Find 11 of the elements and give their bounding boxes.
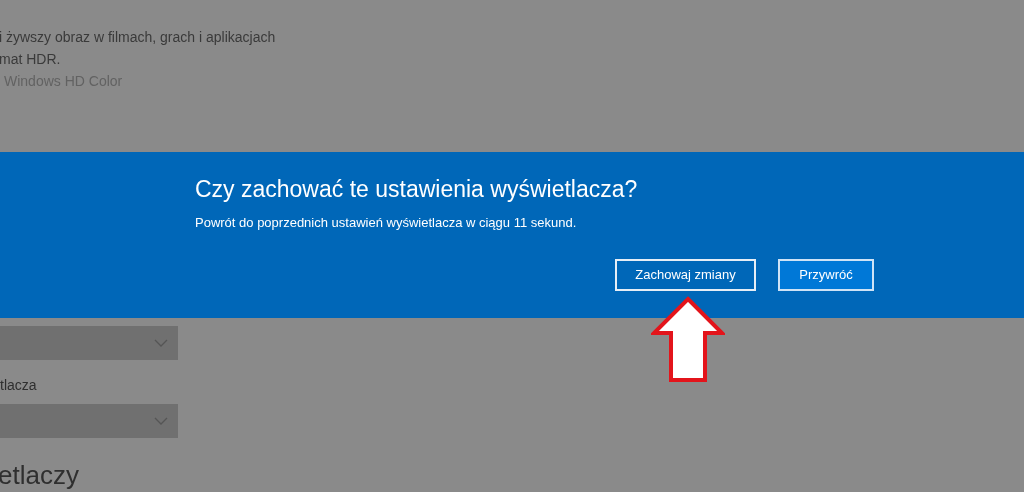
description-text: mat HDR. [0,50,61,69]
dialog-title: Czy zachować te ustawienia wyświetlacza? [195,175,638,204]
dropdown[interactable] [0,326,178,360]
chevron-down-icon [154,417,168,425]
description-text: i żywszy obraz w filmach, grach i aplikacjach [0,28,276,47]
dropdown-label: tlacza [0,376,37,395]
revert-button[interactable]: Przywróć [778,259,874,291]
chevron-down-icon [154,339,168,347]
keep-button[interactable]: Zachowaj zmiany [615,259,756,291]
dialog-message: Powrót do poprzednich ustawień wyświetlacza w ciągu 11 sekund. [195,214,577,232]
dropdown[interactable] [0,404,178,438]
